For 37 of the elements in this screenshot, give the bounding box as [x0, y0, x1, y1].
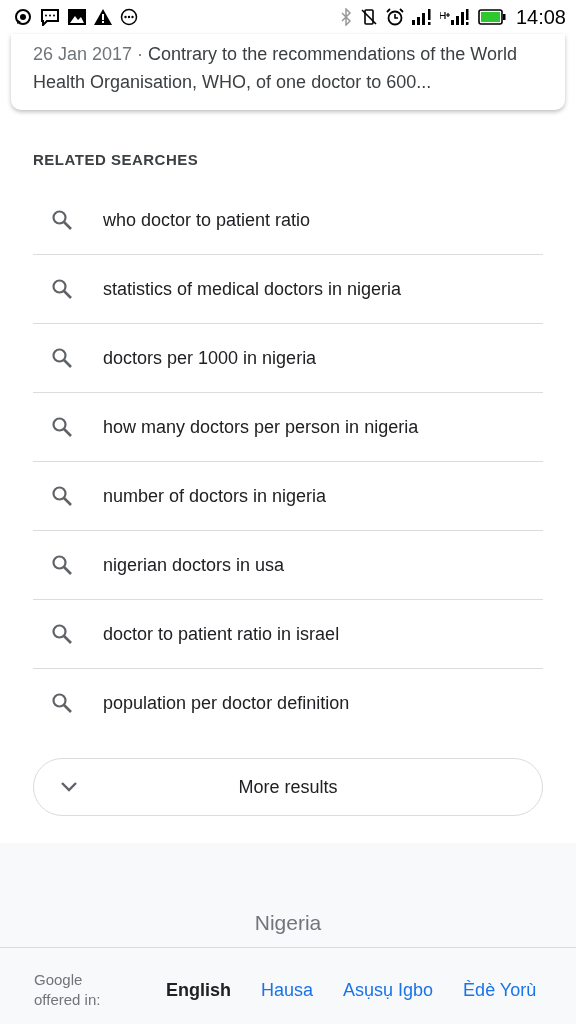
search-icon — [51, 209, 73, 231]
warning-icon — [94, 9, 112, 25]
signal-icon — [439, 9, 470, 25]
related-search-link[interactable]: statistics of medical doctors in nigeria — [33, 255, 543, 324]
offered-in-label: Google offered in: — [34, 970, 102, 1010]
language-link[interactable]: English — [166, 979, 231, 1001]
related-search-link[interactable]: who doctor to patient ratio — [33, 186, 543, 255]
related-search-link[interactable]: how many doctors per person in nigeria — [33, 393, 543, 462]
more-results-button[interactable]: More results — [33, 758, 543, 816]
section-heading: RELATED SEARCHES — [33, 150, 200, 170]
alarm-icon — [385, 8, 404, 26]
related-search-link[interactable]: number of doctors in nigeria — [33, 462, 543, 531]
vibrate-off-icon — [359, 8, 378, 26]
location-text: Nigeria — [0, 843, 576, 948]
image-icon — [68, 9, 86, 25]
language-link[interactable]: Èdè Yorù — [463, 979, 537, 1001]
search-icon — [51, 278, 73, 300]
search-icon — [51, 554, 73, 576]
more-icon — [120, 8, 138, 26]
related-search-link[interactable]: nigerian doctors in usa — [33, 531, 543, 600]
message-icon — [40, 8, 60, 26]
search-icon — [51, 692, 73, 714]
result-snippet: 26 Jan 2017 · Contrary to the recommendations of the World Health Organisation, WHO, of one doctor to 600... — [33, 43, 518, 94]
related-search-link[interactable]: population per doctor definition — [33, 669, 543, 737]
battery-icon — [477, 9, 506, 25]
search-icon — [51, 416, 73, 438]
signal-icon — [411, 9, 432, 25]
clock-time: 14:08 — [515, 5, 566, 29]
search-icon — [51, 485, 73, 507]
language-link[interactable]: Hausa — [261, 979, 314, 1001]
language-link[interactable]: Asụsụ Igbo — [343, 979, 434, 1001]
chevron-down-icon — [60, 781, 78, 793]
related-search-link[interactable]: doctor to patient ratio in israel — [33, 600, 543, 669]
bluetooth-icon — [339, 8, 352, 26]
related-search-link[interactable]: doctors per 1000 in nigeria — [33, 324, 543, 393]
search-icon — [51, 623, 73, 645]
search-icon — [51, 347, 73, 369]
